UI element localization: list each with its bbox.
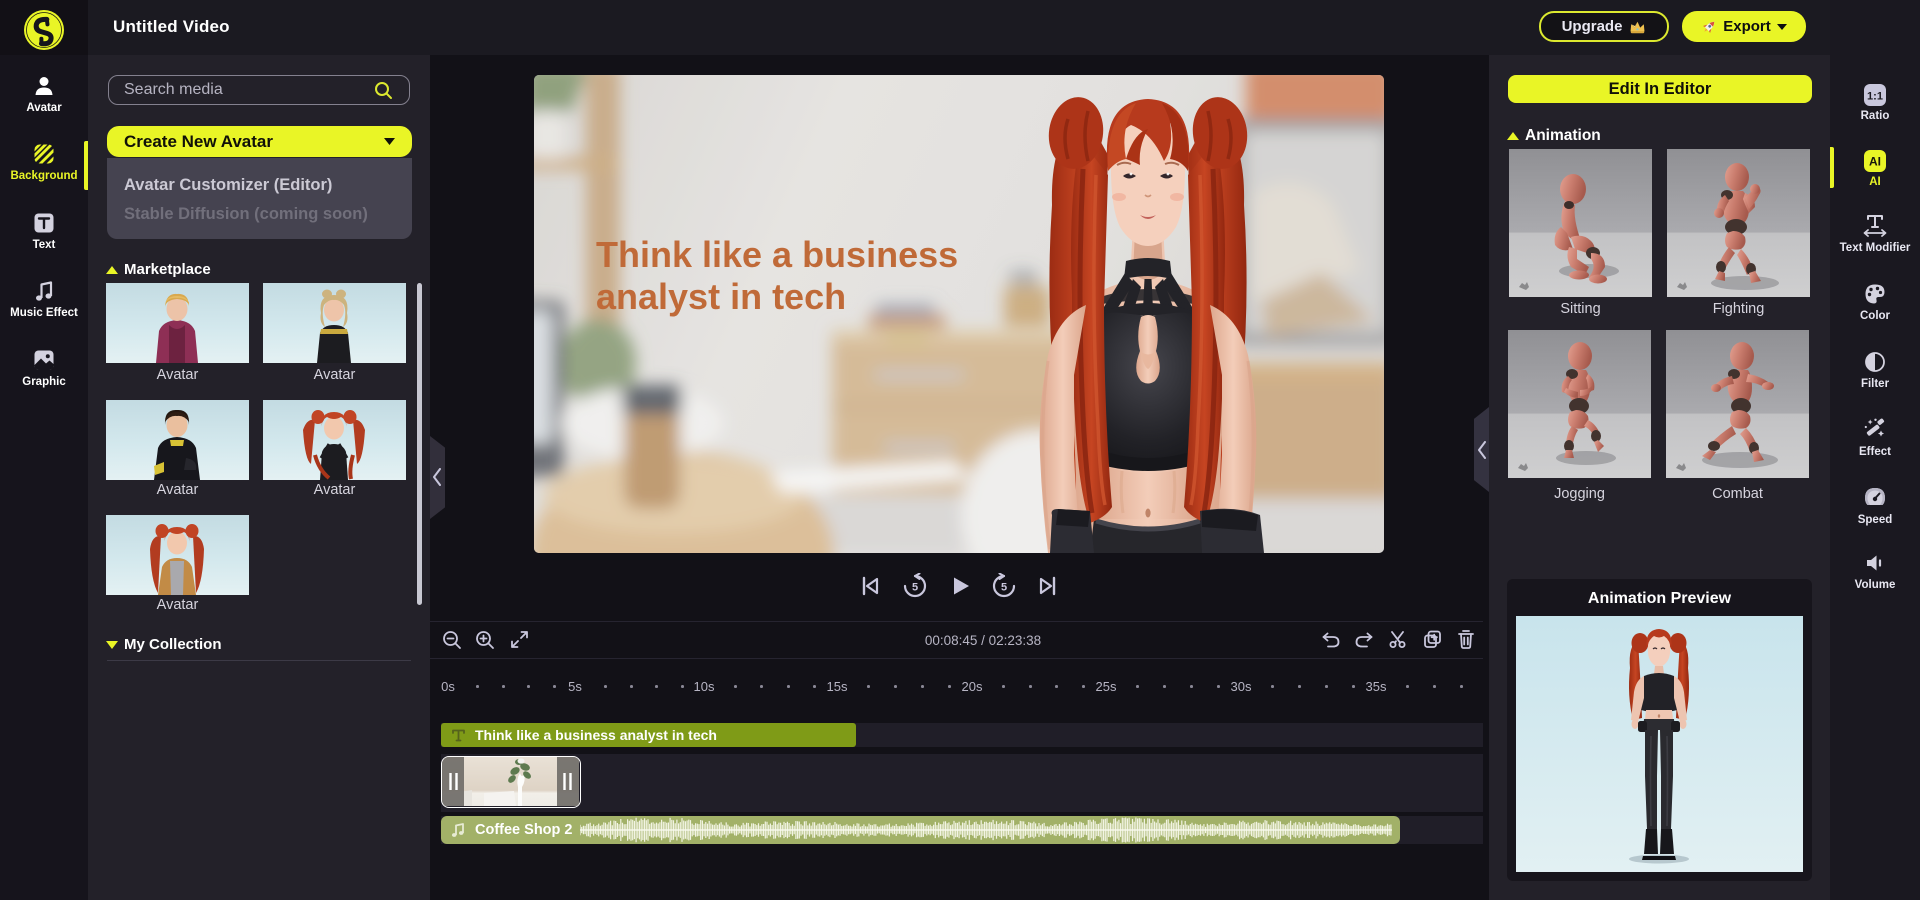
svg-text:5: 5: [1001, 582, 1007, 594]
svg-text:Think like a business: Think like a business: [596, 234, 958, 275]
svg-text:analyst in tech: analyst in tech: [596, 276, 846, 317]
svg-text:AI: AI: [1869, 155, 1881, 169]
svg-text:5: 5: [912, 582, 918, 594]
svg-text:1:1: 1:1: [1867, 91, 1883, 103]
